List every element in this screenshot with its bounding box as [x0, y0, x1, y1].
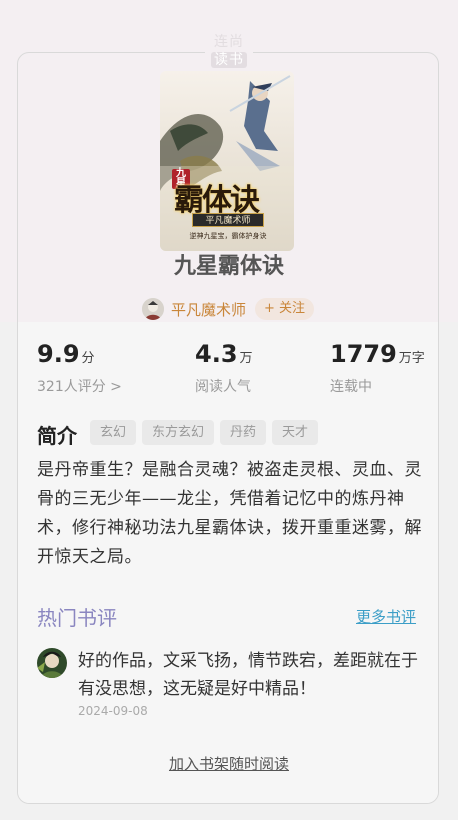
readers-unit: 万 — [239, 351, 253, 366]
brand-logo: 连尚 读书 — [205, 34, 253, 70]
add-to-shelf-button[interactable]: 加入书架随时阅读 — [0, 753, 458, 774]
intro-text: 是丹帝重生？是融合灵魂？被盗走灵根、灵血、灵骨的三无少年——龙尘，凭借着记忆中的… — [37, 460, 422, 567]
reviewer-avatar-icon — [37, 648, 67, 678]
rating-value: 9.9 — [37, 340, 80, 368]
serial-status: 连载中 — [330, 379, 372, 395]
more-reviews-link[interactable]: 更多书评 — [356, 606, 416, 627]
rating-count-link[interactable]: 321人评分 > — [37, 376, 122, 396]
review-date: 2024-09-08 — [78, 704, 148, 718]
stat-rating[interactable]: 9.9 分 321人评分 > — [37, 340, 122, 396]
brand-line-1: 连尚 — [214, 34, 244, 50]
rating-unit: 分 — [81, 351, 95, 366]
hot-reviews-title: 热门书评 — [37, 606, 117, 630]
reviewer-avatar[interactable] — [37, 648, 67, 678]
tag-item[interactable]: 天才 — [272, 420, 319, 445]
stat-words: 1779 万字 连载中 — [330, 340, 425, 396]
stat-readers: 4.3 万 阅读人气 — [195, 340, 253, 396]
tag-item[interactable]: 东方玄幻 — [142, 420, 215, 445]
book-title: 九星霸体诀 — [173, 254, 284, 279]
review-text: 好的作品，文采飞扬，情节跌宕，差距就在于有没思想，这无疑是好中精品！ — [78, 651, 418, 699]
tag-item[interactable]: 玄幻 — [90, 420, 137, 445]
author-avatar-icon — [142, 298, 164, 320]
readers-value: 4.3 — [195, 340, 238, 368]
book-cover[interactable]: 九星 霸体诀 平凡魔术师 逆神九星宝，霸体护身诀 — [160, 71, 294, 251]
author-name[interactable]: 平凡魔术师 — [171, 299, 246, 320]
words-value: 1779 — [330, 340, 397, 368]
cover-tagline: 逆神九星宝，霸体护身诀 — [189, 232, 267, 240]
readers-label: 阅读人气 — [195, 379, 251, 395]
genre-tags: 玄幻 东方玄幻 丹药 天才 — [90, 420, 319, 445]
author-row: 平凡魔术师 + 关注 — [142, 297, 315, 321]
tag-item[interactable]: 丹药 — [220, 420, 267, 445]
brand-line-2: 读书 — [211, 52, 247, 68]
follow-button[interactable]: + 关注 — [255, 298, 315, 320]
intro-title: 简介 — [37, 424, 77, 448]
words-unit: 万字 — [398, 351, 425, 366]
cover-author-banner: 平凡魔术师 — [192, 213, 264, 227]
author-avatar[interactable] — [142, 298, 164, 320]
